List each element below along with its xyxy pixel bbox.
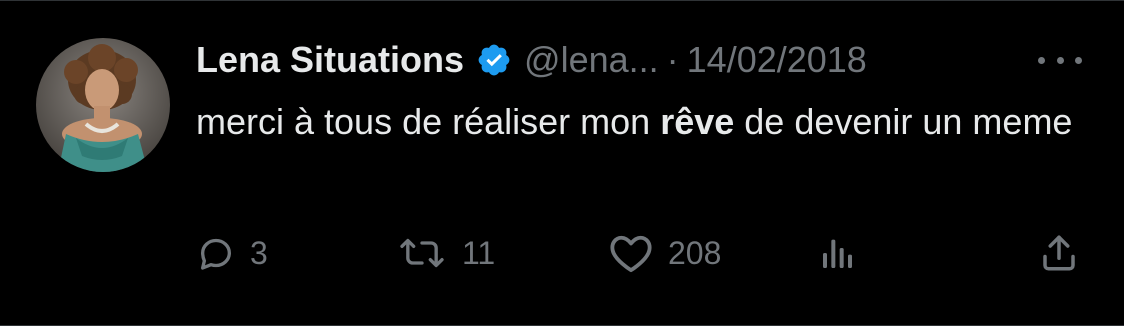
like-button[interactable]: 208 <box>608 227 721 279</box>
tweet-text-part-1: merci à tous de réaliser mon <box>196 101 661 142</box>
separator-dot: · <box>666 39 679 80</box>
tweet-card[interactable]: Lena Situations @lena... · 14/02/2018 me… <box>0 0 1124 326</box>
views-button[interactable] <box>818 227 858 279</box>
repost-count: 11 <box>462 234 496 271</box>
reply-count: 3 <box>250 234 268 271</box>
heart-icon <box>608 232 654 274</box>
more-options-icon[interactable] <box>1038 45 1082 75</box>
reply-icon <box>196 233 236 273</box>
reply-button[interactable]: 3 <box>196 227 268 279</box>
tweet-text: merci à tous de réaliser mon rêve de dev… <box>196 93 1096 151</box>
tweet-actions: 3 11 208 <box>196 227 1086 279</box>
author-handle[interactable]: @lena... <box>524 39 659 81</box>
like-count: 208 <box>668 234 722 271</box>
share-button[interactable] <box>1038 227 1080 279</box>
verified-badge-icon <box>476 42 512 78</box>
tweet-text-bold: rêve <box>660 101 735 142</box>
tweet-text-part-2: de devenir un meme <box>734 101 1073 142</box>
repost-button[interactable]: 11 <box>396 227 495 279</box>
analytics-icon <box>818 233 858 273</box>
tweet-date[interactable]: 14/02/2018 <box>687 39 867 81</box>
repost-icon <box>396 233 448 273</box>
avatar[interactable] <box>36 38 170 172</box>
tweet-header: Lena Situations @lena... · 14/02/2018 <box>196 35 867 85</box>
share-icon <box>1038 232 1080 274</box>
author-name[interactable]: Lena Situations <box>196 39 464 81</box>
